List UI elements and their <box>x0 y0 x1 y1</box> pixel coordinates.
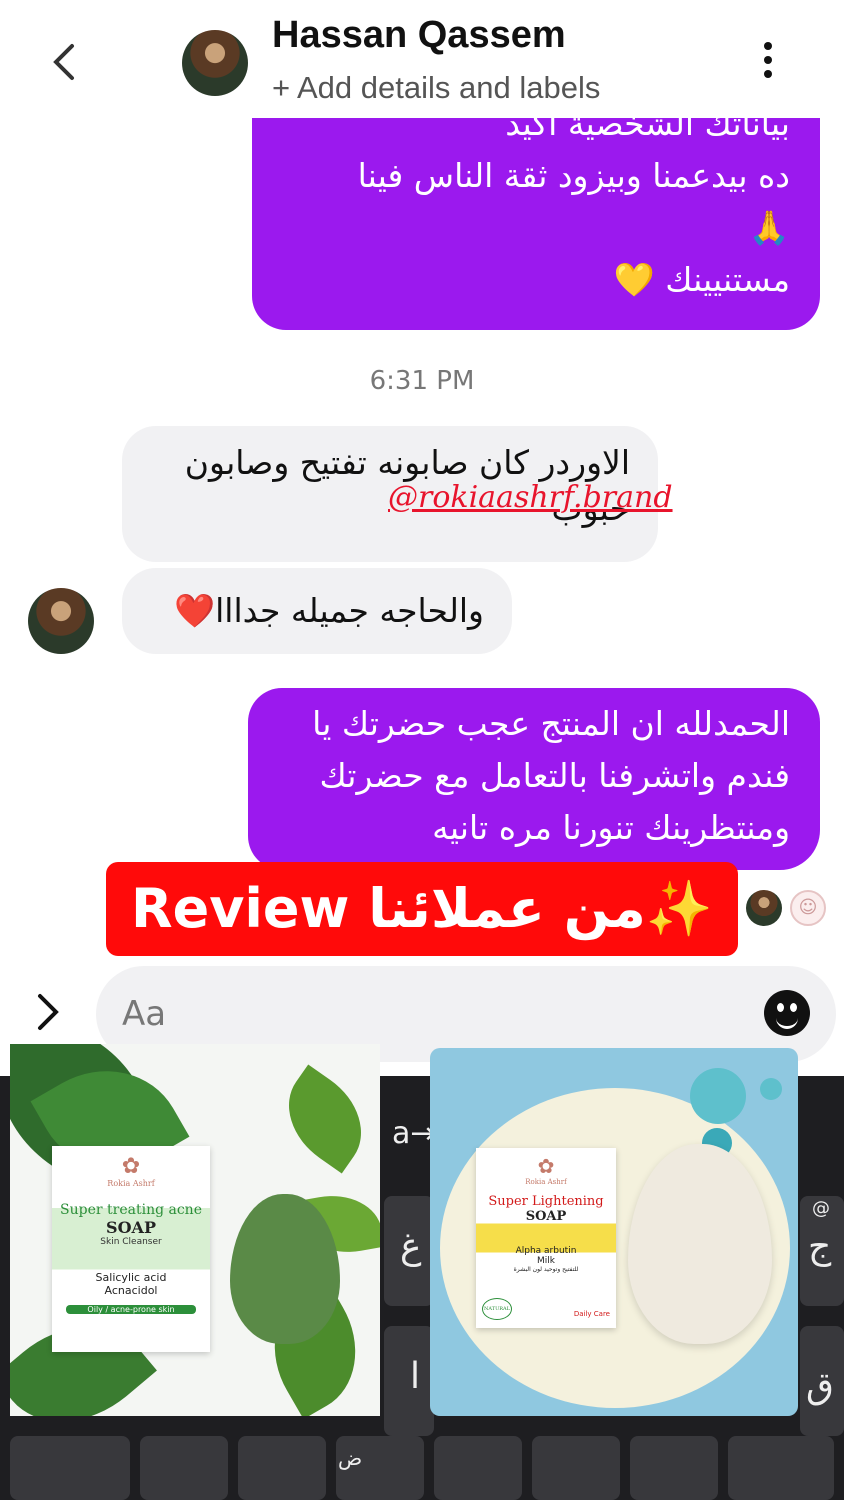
brand-label: Rokia Ashrf <box>525 1178 567 1186</box>
product-subtitle: Skin Cleanser <box>100 1237 162 1247</box>
seen-brand-avatar: ☺ <box>790 890 826 926</box>
bubble-decoration <box>760 1078 782 1100</box>
product-image-lightening-soap: ✿ Rokia Ashrf Super Lightening SOAP Alph… <box>430 1048 798 1416</box>
keyboard-key: ا <box>410 1356 421 1397</box>
add-details-link[interactable]: + Add details and labels <box>272 70 600 106</box>
incoming-message[interactable]: والحاجه جميله جدااا❤️ <box>122 568 512 654</box>
keyboard-key[interactable] <box>532 1436 620 1500</box>
sender-avatar[interactable] <box>28 588 94 654</box>
keyboard-key[interactable] <box>434 1436 522 1500</box>
message-line: ده بيدعمنا وبيزود ثقة الناس فينا <box>357 156 790 195</box>
product-box: ✿ Rokia Ashrf Super treating acne SOAP S… <box>52 1146 210 1352</box>
product-ingredient: Salicylic acid <box>95 1271 167 1284</box>
contact-name[interactable]: Hassan Qassem <box>272 14 566 57</box>
natural-badge: NATURAL <box>482 1298 512 1320</box>
more-vertical-icon <box>764 42 772 50</box>
keyboard-key: ج <box>808 1226 832 1267</box>
keyboard-key[interactable] <box>728 1436 834 1500</box>
keyboard-key: غ <box>400 1226 422 1267</box>
keyboard-key[interactable] <box>10 1436 130 1500</box>
product-footer: Oily / acne-prone skin <box>66 1305 196 1314</box>
keyboard-key-hint: @ <box>812 1198 830 1219</box>
leaf-decoration <box>268 1064 380 1174</box>
brand-watermark: @rokiaashrf.brand <box>388 480 673 515</box>
message-line: مستنيينك 💛 <box>613 260 790 299</box>
brand-label: Rokia Ashrf <box>107 1179 155 1188</box>
product-box: ✿ Rokia Ashrf Super Lightening SOAP Alph… <box>476 1148 616 1328</box>
message-line: بياناتك الشخصية أكيد <box>505 118 790 143</box>
outgoing-message[interactable]: بياناتك الشخصية أكيد ده بيدعمنا وبيزود ث… <box>252 118 820 330</box>
keyboard-key[interactable] <box>140 1436 228 1500</box>
review-banner: Review من عملائنا✨🫰🏻 <box>106 862 738 1034</box>
keyboard-key: ق <box>806 1366 834 1407</box>
product-arabic-note: للتفتيح وتوحيد لون البشرة <box>513 1266 579 1273</box>
product-ingredient: Milk <box>537 1256 555 1266</box>
product-title: Super Lightening <box>488 1194 604 1209</box>
message-line: 🙏 <box>748 208 790 247</box>
keyboard-key: ض <box>338 1446 363 1470</box>
keyboard-key[interactable] <box>630 1436 718 1500</box>
message-timestamp: 6:31 PM <box>369 366 475 396</box>
keyboard-key[interactable] <box>384 1326 434 1436</box>
smiley-icon[interactable] <box>764 990 810 1036</box>
expand-actions-button[interactable] <box>32 990 62 1045</box>
keyboard-key[interactable] <box>238 1436 326 1500</box>
back-button[interactable] <box>50 40 90 84</box>
product-image-acne-soap: ✿ Rokia Ashrf Super treating acne SOAP S… <box>10 1044 380 1416</box>
product-type: SOAP <box>106 1218 156 1237</box>
product-type: SOAP <box>525 1209 567 1224</box>
contact-avatar[interactable] <box>182 30 248 96</box>
product-ingredient: Alpha arbutin <box>515 1246 577 1256</box>
chevron-right-icon <box>38 994 59 1030</box>
product-ingredient: Acnacidol <box>104 1284 158 1297</box>
product-footer: Daily Care <box>573 1310 610 1318</box>
seen-avatar <box>746 890 782 926</box>
product-title: Super treating acne <box>60 1202 202 1218</box>
keyboard-key[interactable]: a→ <box>392 1116 436 1151</box>
chevron-left-icon <box>53 44 74 80</box>
more-options-button[interactable] <box>758 42 778 86</box>
outgoing-message[interactable]: الحمدلله ان المنتج عجب حضرتك يا فندم وات… <box>248 688 820 870</box>
bubble-decoration <box>690 1068 746 1124</box>
